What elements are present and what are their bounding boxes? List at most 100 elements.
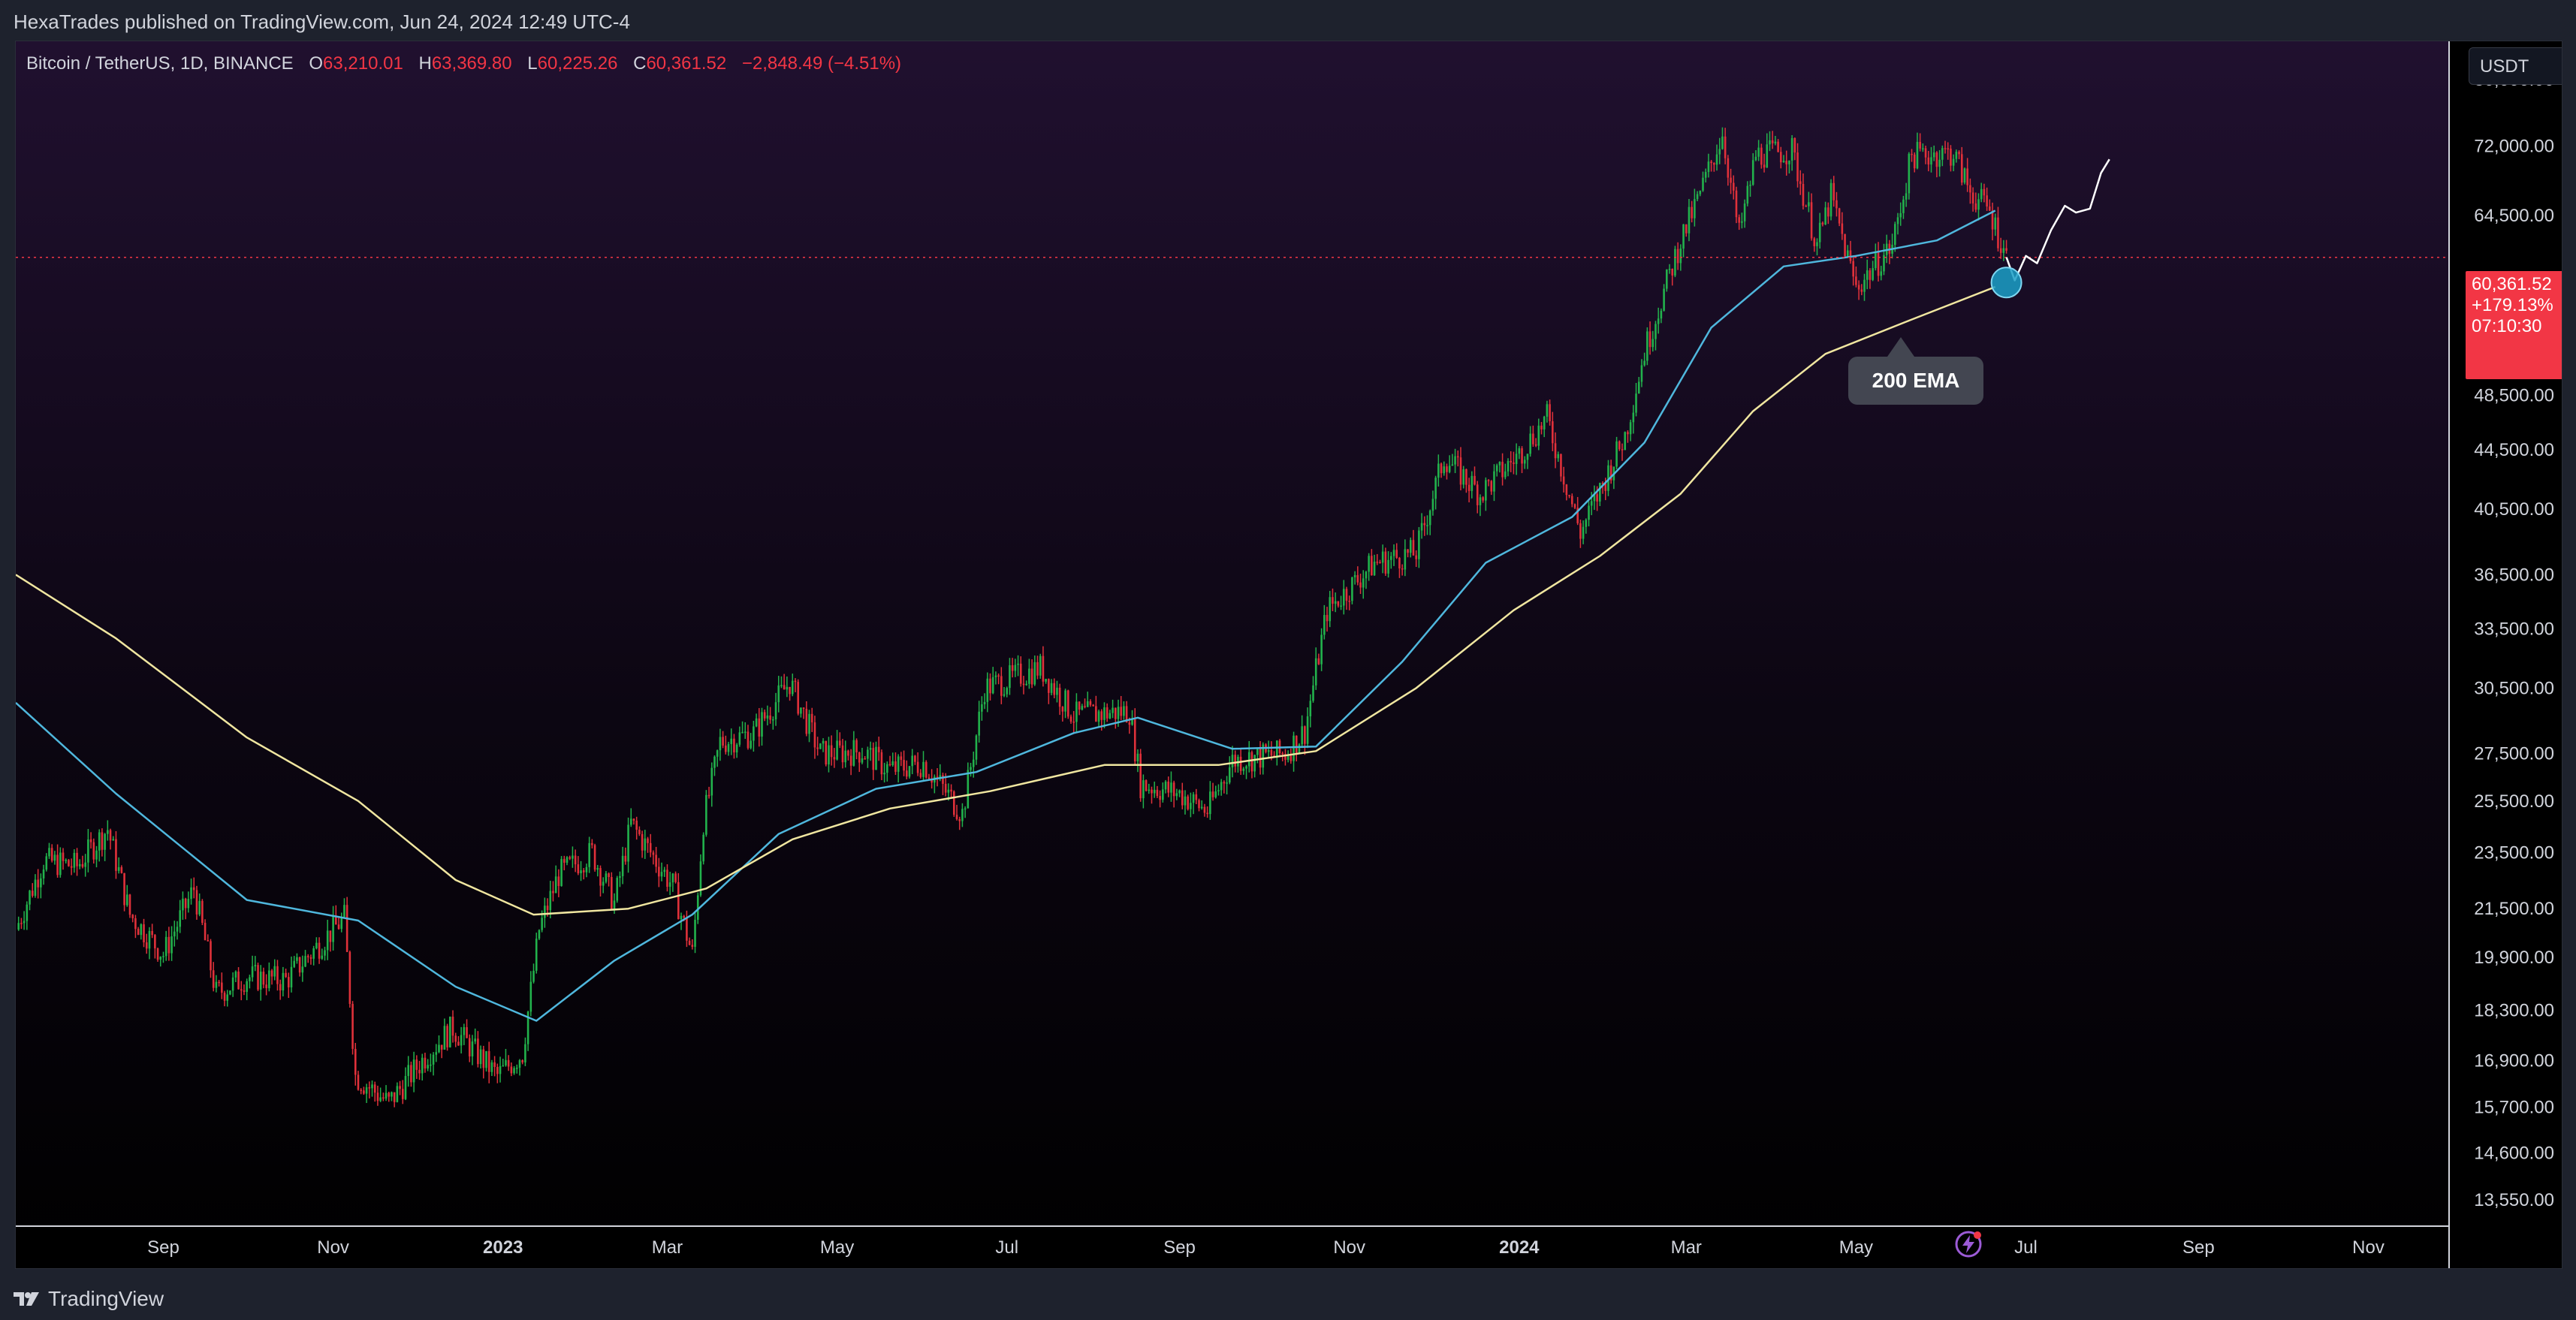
candle-body (1844, 234, 1846, 257)
chart-pane[interactable]: 80,000.0072,000.0064,500.0052,500.0048,5… (15, 41, 2562, 1269)
candle-body (1301, 726, 1303, 745)
ema-200-callout[interactable]: 200 EMA (1848, 357, 1983, 405)
candle-body (1543, 416, 1546, 429)
candle-body (265, 984, 267, 989)
candle-body (888, 764, 891, 766)
candle-body (1247, 752, 1250, 767)
candle-body (574, 855, 577, 865)
candle-body (179, 910, 182, 927)
symbol-legend[interactable]: Bitcoin / TetherUS, 1D, BINANCE O63,210.… (26, 53, 901, 74)
candle-body (117, 866, 120, 871)
candle-body (532, 970, 535, 982)
candle-body (1286, 755, 1290, 760)
candle-body (535, 939, 538, 971)
candle-body (410, 1065, 412, 1083)
candle-body (1019, 663, 1022, 684)
candle-body (1048, 679, 1050, 693)
candle-body (482, 1049, 485, 1068)
tradingview-brand[interactable]: TradingView (48, 1287, 164, 1311)
candle-body (1423, 523, 1426, 526)
currency-selector[interactable]: USDT (2469, 47, 2562, 85)
candle-body (1045, 679, 1047, 682)
candle-body (137, 929, 140, 936)
open-value: 63,210.01 (323, 53, 403, 74)
price-tick-label: 15,700.00 (2474, 1097, 2554, 1117)
candle (1351, 577, 1353, 604)
candle-body (1106, 707, 1109, 719)
candle-body (805, 709, 808, 734)
candle-body (660, 872, 663, 877)
candle-body (1902, 199, 1905, 213)
candle-body (17, 923, 20, 930)
candle-body (399, 1086, 401, 1089)
candle-body (655, 854, 657, 867)
candle-body (1228, 767, 1231, 783)
candle-body (1479, 497, 1482, 505)
candle-body (432, 1054, 435, 1065)
candle-body (580, 870, 582, 874)
candle-body (572, 855, 574, 859)
candle-body (182, 898, 184, 911)
candle-body (120, 866, 123, 873)
candle-body (972, 759, 975, 767)
candle-body (761, 712, 763, 737)
candle-body (376, 1092, 379, 1102)
candle-body (730, 738, 733, 744)
candle-body (1195, 794, 1198, 800)
candle-body (1694, 199, 1696, 218)
candle-body (911, 755, 913, 767)
candle-body (1869, 270, 1872, 280)
candle-body (257, 965, 259, 990)
candle-body (1824, 207, 1826, 225)
candle-body (1529, 433, 1531, 454)
candle-body (1841, 223, 1844, 234)
candle-body (1565, 484, 1568, 496)
candle-body (1941, 148, 1944, 160)
candle-body (1482, 497, 1484, 501)
candle-body (864, 758, 866, 760)
candle-body (1181, 790, 1184, 806)
candle-body (396, 1086, 399, 1102)
candle-body (427, 1065, 429, 1068)
price-tick-label: 40,500.00 (2474, 499, 2554, 520)
candle-body (605, 873, 608, 882)
candle-body (104, 833, 106, 850)
candle (201, 899, 204, 926)
candle-body (1323, 615, 1326, 635)
candle-body (1342, 589, 1345, 606)
candle-body (1916, 141, 1919, 169)
candle-body (875, 746, 877, 770)
candle-body (1947, 148, 1950, 150)
symbol-name[interactable]: Bitcoin / TetherUS, 1D, BINANCE (26, 53, 294, 74)
price-tick-label: 44,500.00 (2474, 440, 2554, 460)
candle-body (276, 966, 279, 984)
candle-body (1629, 422, 1632, 435)
candle-body (125, 894, 128, 906)
candle-body (287, 977, 290, 987)
candle-body (1214, 791, 1217, 797)
candle-body (53, 854, 56, 861)
candle-body (975, 735, 978, 760)
candle-body (285, 972, 287, 978)
candle-body (73, 852, 76, 868)
candle-body (741, 731, 744, 734)
candle-body (443, 1026, 446, 1050)
candle-body (1922, 148, 1924, 149)
candle-body (900, 756, 903, 761)
candle-body (1128, 722, 1131, 725)
candle-body (1696, 194, 1699, 200)
candle-body (68, 860, 70, 866)
high-value: 63,369.80 (431, 53, 512, 74)
candle-body (1081, 706, 1084, 710)
candle-body (123, 872, 125, 906)
candle-body (1153, 789, 1156, 794)
candle-body (1637, 381, 1640, 394)
lightning-icon[interactable] (1953, 1229, 1983, 1259)
candle-body (1735, 190, 1738, 218)
price-tick-label: 19,900.00 (2474, 948, 2554, 968)
candle-body (1938, 159, 1941, 167)
candle-body (1866, 270, 1869, 280)
candle-body (306, 956, 309, 957)
chart-canvas[interactable]: 80,000.0072,000.0064,500.0052,500.0048,5… (16, 41, 2562, 1268)
candle-body (226, 994, 229, 1001)
